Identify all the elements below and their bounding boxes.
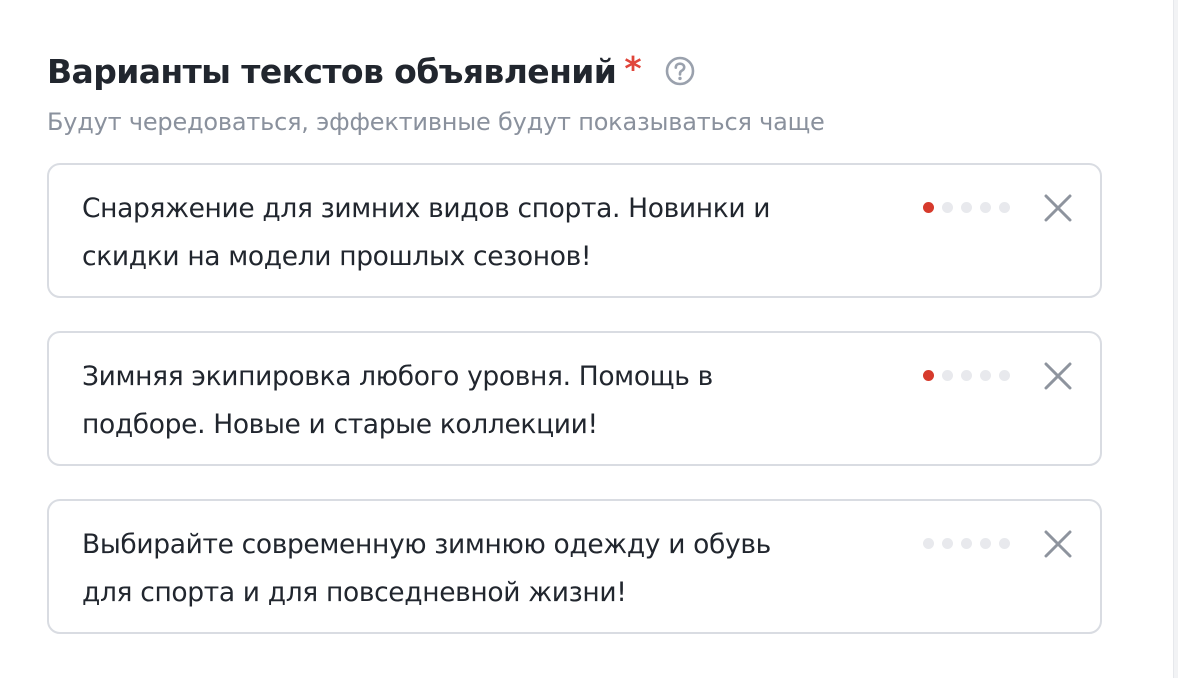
variant-card[interactable]: Снаряжение для зимних видов спорта. Нови…: [47, 163, 1102, 298]
quality-dot-empty: [942, 202, 953, 213]
variant-text-line: подборе. Новые и старые коллекции!: [82, 409, 598, 440]
variant-text[interactable]: Снаряжение для зимних видов спорта. Нови…: [82, 185, 882, 281]
close-icon[interactable]: [1044, 530, 1072, 558]
variant-text[interactable]: Выбирайте современную зимнюю одежду и об…: [82, 521, 882, 617]
section-subtitle: Будут чередоваться, эффективные будут по…: [47, 108, 825, 136]
variant-text-line: Выбирайте современную зимнюю одежду и об…: [82, 529, 771, 560]
quality-dot-empty: [999, 370, 1010, 381]
quality-dot-empty: [961, 538, 972, 549]
scrollbar-track[interactable]: [1173, 0, 1178, 678]
quality-dot-filled: [923, 370, 934, 381]
question-circle-icon[interactable]: [664, 55, 696, 87]
quality-dot-empty: [942, 538, 953, 549]
ad-texts-section: Варианты текстов объявлений * Будут чере…: [47, 48, 1102, 667]
quality-indicator: [923, 370, 1010, 381]
variant-text[interactable]: Зимняя экипировка любого уровня. Помощь …: [82, 353, 882, 449]
variant-text-line: для спорта и для повседневной жизни!: [82, 577, 627, 608]
quality-indicator: [923, 202, 1010, 213]
quality-dot-empty: [999, 202, 1010, 213]
variant-text-line: скидки на модели прошлых сезонов!: [82, 241, 592, 272]
quality-dot-empty: [980, 202, 991, 213]
section-header: Варианты текстов объявлений *: [47, 48, 1102, 94]
quality-dot-empty: [961, 370, 972, 381]
quality-dot-empty: [961, 202, 972, 213]
quality-dot-empty: [980, 538, 991, 549]
quality-dot-filled: [923, 202, 934, 213]
variant-card[interactable]: Зимняя экипировка любого уровня. Помощь …: [47, 331, 1102, 466]
quality-dot-empty: [980, 370, 991, 381]
quality-indicator: [923, 538, 1010, 549]
quality-dot-empty: [923, 538, 934, 549]
section-title: Варианты текстов объявлений: [47, 51, 617, 91]
variant-card[interactable]: Выбирайте современную зимнюю одежду и об…: [47, 499, 1102, 634]
variant-text-line: Снаряжение для зимних видов спорта. Нови…: [82, 193, 771, 224]
variants-list: Снаряжение для зимних видов спорта. Нови…: [47, 163, 1102, 634]
close-icon[interactable]: [1044, 194, 1072, 222]
close-icon[interactable]: [1044, 362, 1072, 390]
required-mark: *: [624, 48, 642, 88]
quality-dot-empty: [942, 370, 953, 381]
variant-text-line: Зимняя экипировка любого уровня. Помощь …: [82, 361, 713, 392]
quality-dot-empty: [999, 538, 1010, 549]
